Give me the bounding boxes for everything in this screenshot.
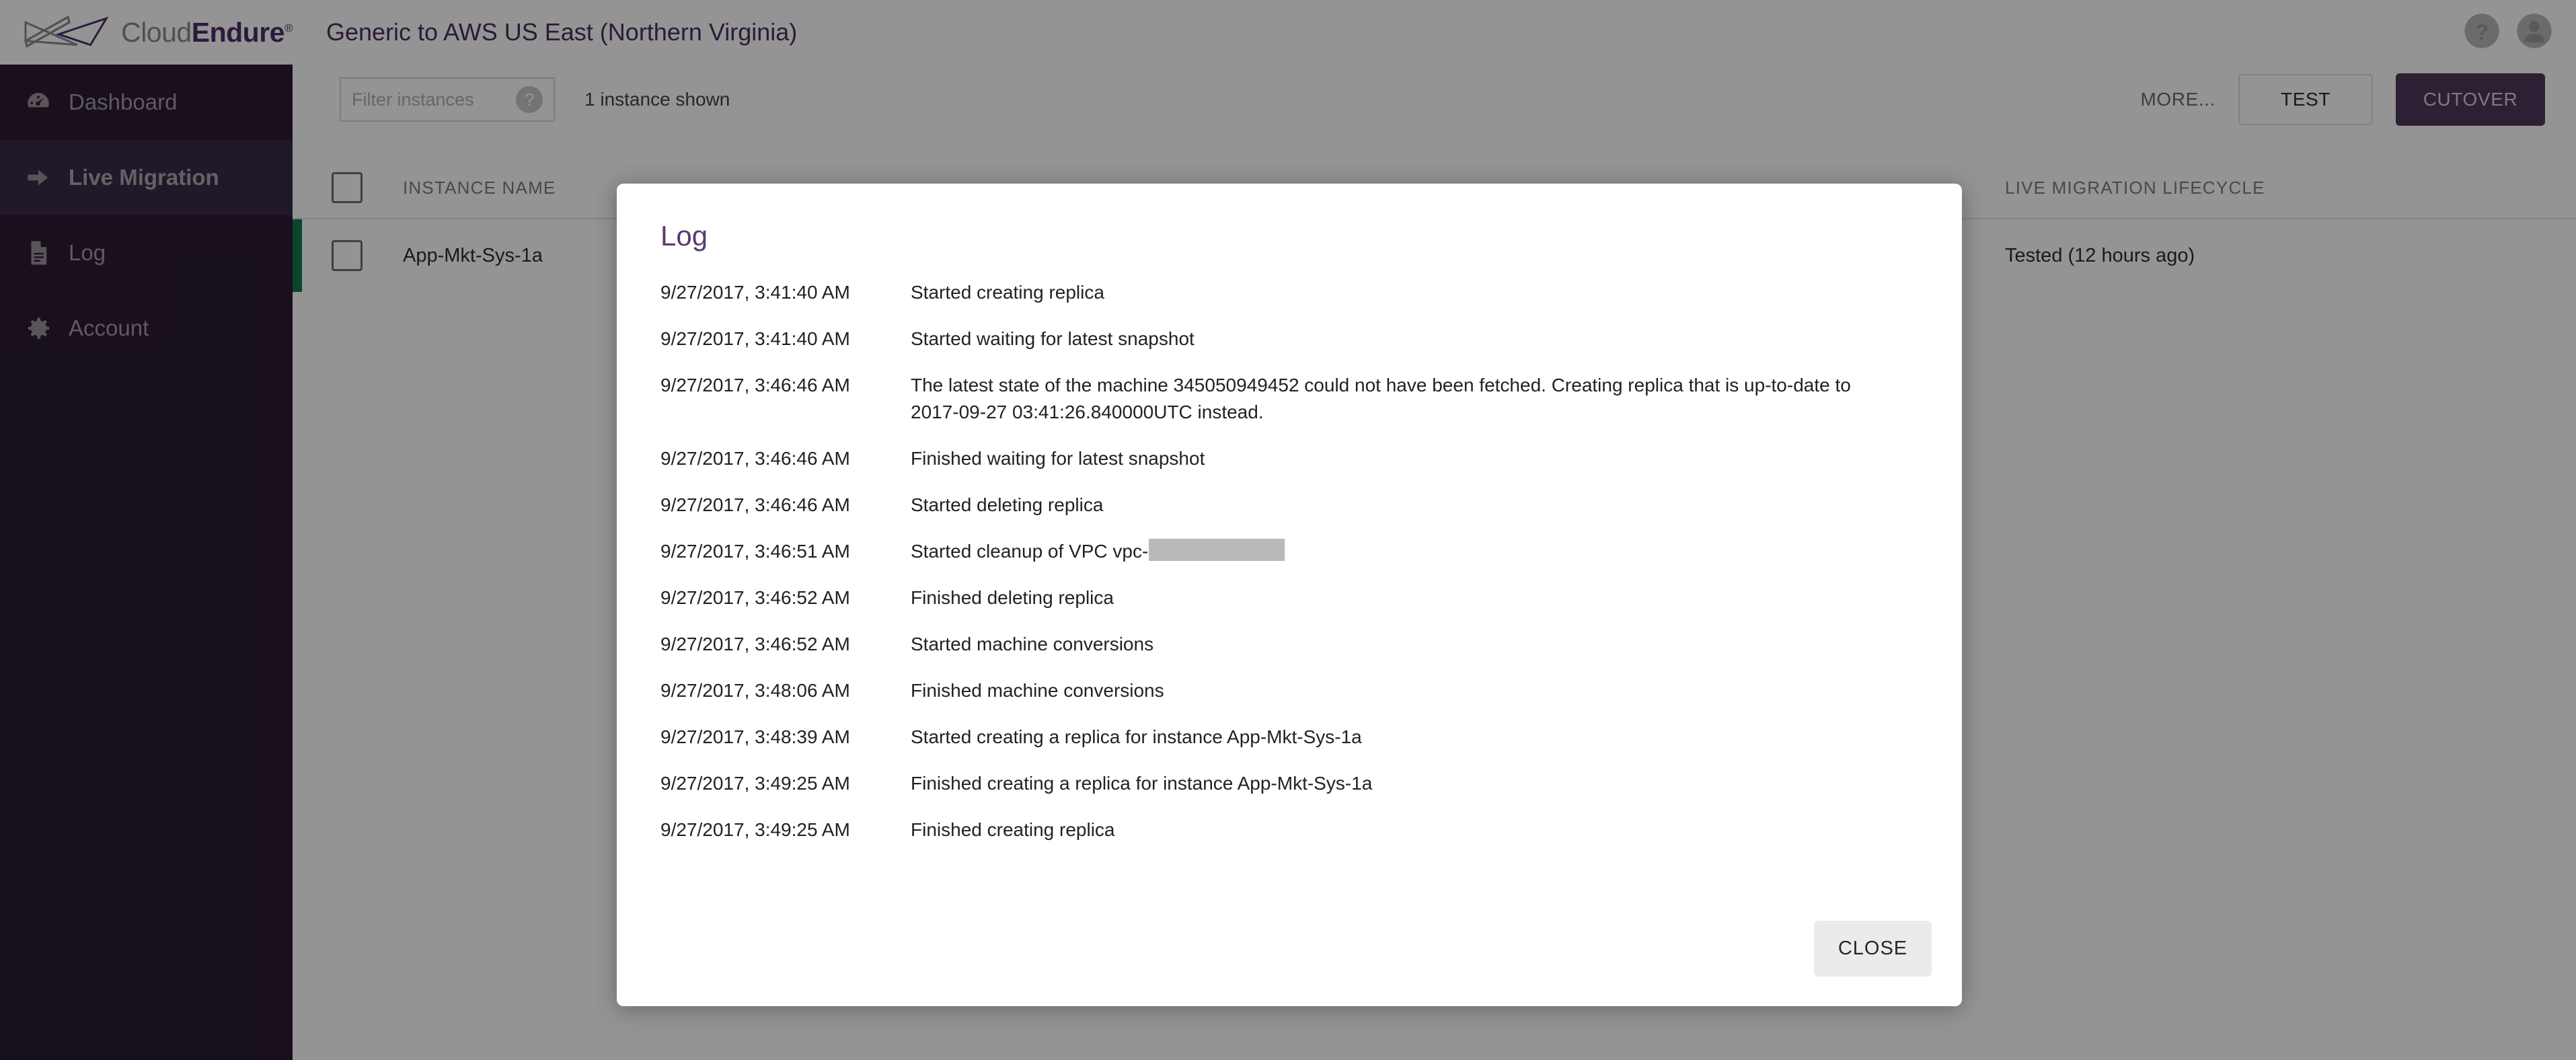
log-entry-message: Finished waiting for latest snapshot: [911, 448, 1205, 469]
log-entry: 9/27/2017, 3:49:25 AM Finished creating a…: [660, 770, 1922, 797]
log-entry-timestamp: 9/27/2017, 3:41:40 AM: [660, 328, 850, 349]
log-entry: 9/27/2017, 3:46:46 AM The latest state of…: [660, 372, 1922, 426]
log-entry-message: The latest state of the machine 34505094…: [911, 375, 1851, 422]
log-entry: 9/27/2017, 3:46:52 AM Finished deleting r…: [660, 584, 1922, 611]
log-entry: 9/27/2017, 3:41:40 AM Started waiting for…: [660, 326, 1922, 352]
log-entry-timestamp: 9/27/2017, 3:48:06 AM: [660, 680, 850, 701]
log-entry-timestamp: 9/27/2017, 3:41:40 AM: [660, 282, 850, 303]
log-entry: 9/27/2017, 3:46:46 AM Finished waiting fo…: [660, 445, 1922, 472]
log-entry-timestamp: 9/27/2017, 3:46:46 AM: [660, 494, 850, 515]
log-entry-timestamp: 9/27/2017, 3:46:51 AM: [660, 541, 850, 562]
log-entry-timestamp: 9/27/2017, 3:48:39 AM: [660, 726, 850, 747]
log-entry-timestamp: 9/27/2017, 3:46:52 AM: [660, 587, 850, 608]
log-entry-timestamp: 9/27/2017, 3:49:25 AM: [660, 819, 850, 840]
log-entry-message: Finished creating replica: [911, 819, 1115, 840]
log-entry: 9/27/2017, 3:41:40 AM Started creating re…: [660, 279, 1922, 306]
log-entry-timestamp: 9/27/2017, 3:46:52 AM: [660, 634, 850, 654]
log-entry-message: Started machine conversions: [911, 634, 1154, 654]
log-dialog: Log 9/27/2017, 3:41:40 AM Started creatin…: [617, 184, 1962, 1006]
log-dialog-title: Log: [660, 220, 708, 252]
log-entry: 9/27/2017, 3:49:25 AM Finished creating r…: [660, 817, 1922, 843]
redacted-value: [1149, 539, 1285, 561]
log-entry: 9/27/2017, 3:46:46 AM Started deleting re…: [660, 492, 1922, 519]
log-entry-timestamp: 9/27/2017, 3:46:46 AM: [660, 448, 850, 469]
log-entry-message: Started waiting for latest snapshot: [911, 328, 1195, 349]
log-entry-message: Finished machine conversions: [911, 680, 1164, 701]
log-entry: 9/27/2017, 3:48:39 AM Started creating a …: [660, 724, 1922, 751]
app-root: CloudEndure® Generic to AWS US East (Nor…: [0, 0, 2576, 1060]
log-entry-message: Started deleting replica: [911, 494, 1104, 515]
log-entry: 9/27/2017, 3:48:06 AM Finished machine co…: [660, 677, 1922, 704]
log-entry-message: Finished creating a replica for instance…: [911, 773, 1373, 794]
log-entry: 9/27/2017, 3:46:52 AM Started machine con…: [660, 631, 1922, 658]
log-entry-message: Started creating a replica for instance …: [911, 726, 1362, 747]
log-dialog-footer: CLOSE: [1814, 921, 1932, 977]
log-entry-list: 9/27/2017, 3:41:40 AM Started creating re…: [617, 252, 1962, 843]
log-entry-message: Finished deleting replica: [911, 587, 1114, 608]
log-entry-timestamp: 9/27/2017, 3:49:25 AM: [660, 773, 850, 794]
log-entry-timestamp: 9/27/2017, 3:46:46 AM: [660, 375, 850, 395]
close-button[interactable]: CLOSE: [1814, 921, 1932, 977]
log-entry: 9/27/2017, 3:46:51 AM Started cleanup of …: [660, 538, 1922, 565]
log-entry-message: Started creating replica: [911, 282, 1104, 303]
log-entry-message: Started cleanup of VPC vpc-: [911, 538, 1285, 565]
